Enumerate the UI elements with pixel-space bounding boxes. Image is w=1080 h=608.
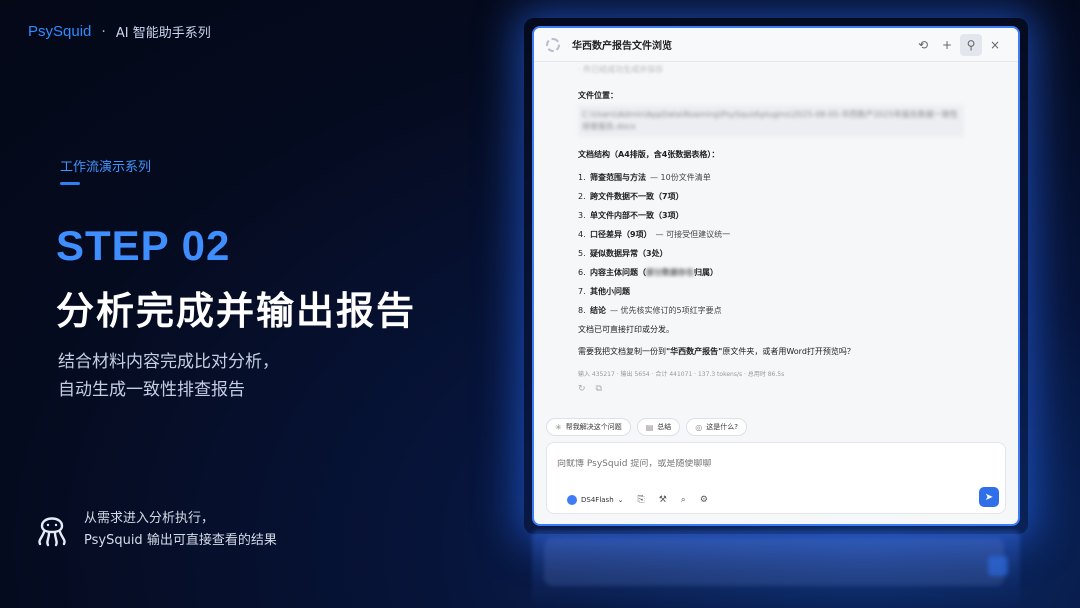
- brand-name: PsySquid: [28, 23, 92, 40]
- history-icon[interactable]: ⟲: [912, 34, 934, 56]
- chat-window: 华西数产报告文件浏览 ⟲ + ⚲ × · 件已经成功生成并保存 文件位置： C:…: [532, 26, 1020, 526]
- composer-toolbar: DS4Flash ⌄ ⎘ ⚒ ⌕ ⚙: [567, 495, 708, 505]
- list-item: 5. 疑似数据异常（3处）: [578, 249, 668, 258]
- message-content: · 件已经成功生成并保存 文件位置： C:\Users\Admin\AppDat…: [534, 62, 1018, 408]
- faded-previous-text: · 件已经成功生成并保存: [578, 65, 664, 74]
- window-title: 华西数产报告文件浏览: [572, 41, 672, 52]
- pin-icon[interactable]: ⚲: [960, 33, 982, 56]
- desc-line-2: 自动生成一致性排查报告: [58, 380, 245, 400]
- attach-icon[interactable]: ⎘: [638, 495, 645, 505]
- suggestion-chip[interactable]: ▤ 总结: [636, 418, 681, 436]
- ready-text: 文档已可直接打印或分发。: [578, 325, 674, 334]
- list-item: 6. 内容主体问题（ 部分数据存在 归属）: [578, 268, 718, 277]
- brand-series: AI 智能助手系列: [115, 26, 211, 41]
- window-titlebar: 华西数产报告文件浏览 ⟲ + ⚲ ×: [534, 28, 1018, 62]
- brand-header: PsySquid · AI 智能助手系列: [28, 22, 211, 41]
- footer-text: 从需求进入分析执行， PsySquid 输出可直接查看的结果: [84, 508, 277, 552]
- structure-title: 文档结构（A4排版，含4张数据表格）：: [578, 150, 720, 159]
- copy-icon[interactable]: ⧉: [596, 384, 602, 394]
- footer-note: 从需求进入分析执行， PsySquid 输出可直接查看的结果: [34, 508, 277, 552]
- list-item: 2. 跨文件数据不一致（7项）: [578, 192, 684, 201]
- footer-line-2: PsySquid 输出可直接查看的结果: [84, 533, 277, 548]
- chevron-down-icon: ⌄: [617, 496, 624, 504]
- search-icon[interactable]: ⌕: [681, 495, 686, 505]
- slide-description: 结合材料内容完成比对分析， 自动生成一致性排查报告: [58, 348, 279, 404]
- chat-input[interactable]: [557, 459, 957, 469]
- settings-icon[interactable]: ⚙: [700, 495, 708, 505]
- sparkle-icon: ✳: [555, 422, 562, 432]
- retry-icon[interactable]: ↻: [578, 384, 586, 394]
- model-selector[interactable]: DS4Flash ⌄: [567, 495, 624, 505]
- chat-composer: DS4Flash ⌄ ⎘ ⚒ ⌕ ⚙ ➤: [546, 442, 1006, 514]
- brand-separator: ·: [101, 23, 106, 40]
- step-title: STEP 02: [56, 222, 231, 269]
- model-icon: [567, 495, 577, 505]
- message-actions: ↻ ⧉: [578, 384, 974, 394]
- suggestion-chips: ✳ 帮我解决这个问题 ▤ 总结 ◎ 这是什么?: [546, 418, 747, 436]
- close-icon[interactable]: ×: [984, 34, 1006, 56]
- list-item: 7. 其他小问题: [578, 287, 630, 296]
- reflection-composer: [544, 538, 1004, 586]
- structure-list: 1. 筛查范围与方法 — 10份文件清单 2. 跨文件数据不一致（7项） 3. 单文件内…: [578, 168, 974, 320]
- section-underline: [60, 182, 80, 185]
- footer-line-1: 从需求进入分析执行，: [84, 511, 215, 526]
- list-item: 4. 口径差异（9项） — 可接受但建议统一: [578, 230, 731, 239]
- window-reflection: [532, 530, 1020, 608]
- main-heading: 分析完成并输出报告: [56, 289, 417, 333]
- reflection-send: [988, 556, 1008, 576]
- file-location-label: 文件位置：: [578, 91, 618, 100]
- squid-logo-icon: [38, 517, 66, 547]
- send-button[interactable]: ➤: [979, 487, 999, 507]
- list-item: 8. 结论 — 优先核实修订的5项红字要点: [578, 306, 722, 315]
- model-name: DS4Flash: [581, 496, 614, 504]
- file-path: C:\Users\Admin\AppData\Roaming\PsySquid\…: [578, 105, 964, 137]
- tool-icon[interactable]: ⚒: [659, 495, 667, 505]
- section-label: 工作流演示系列: [60, 160, 152, 175]
- suggestion-chip[interactable]: ◎ 这是什么?: [686, 418, 747, 436]
- token-stats: 输入 435217 · 输出 5654 · 合计 441071 · 137.3 …: [578, 371, 785, 378]
- target-icon: ◎: [695, 422, 703, 432]
- follow-up-question: 需要我把文档复制一份到"华西数产报告"原文件夹，或者用Word打开预览吗？: [578, 347, 855, 356]
- list-item: 1. 筛查范围与方法 — 10份文件清单: [578, 173, 711, 182]
- suggestion-chip[interactable]: ✳ 帮我解决这个问题: [546, 418, 631, 436]
- document-icon: ▤: [645, 422, 654, 432]
- plus-icon[interactable]: +: [936, 34, 958, 56]
- desc-line-1: 结合材料内容完成比对分析，: [58, 352, 279, 372]
- list-item: 3. 单文件内部不一致（3项）: [578, 211, 684, 220]
- loading-spinner-icon: [546, 37, 560, 52]
